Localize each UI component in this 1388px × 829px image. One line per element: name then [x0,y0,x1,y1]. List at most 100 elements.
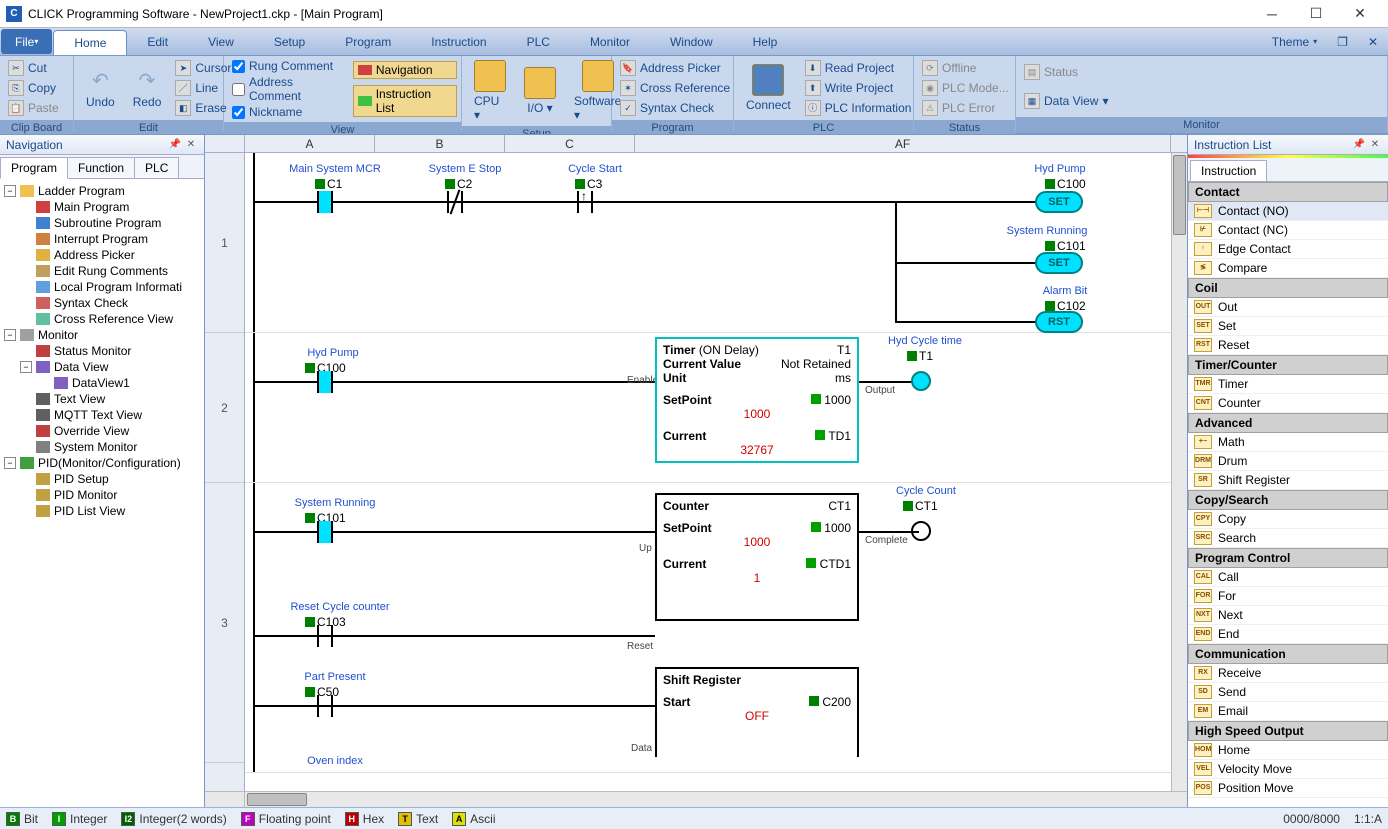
menu-window[interactable]: Window [650,28,733,55]
menu-setup[interactable]: Setup [254,28,325,55]
instr-position-move[interactable]: POSPosition Move [1188,779,1388,798]
menu-instruction[interactable]: Instruction [411,28,506,55]
cut-button[interactable]: ✂Cut [4,58,63,78]
instr-shift-register[interactable]: SRShift Register [1188,471,1388,490]
instr-out[interactable]: OUTOut [1188,298,1388,317]
nav-tab-program[interactable]: Program [0,157,68,179]
tree-edit-rung[interactable]: Edit Rung Comments [2,263,202,279]
plc-error-button[interactable]: ⚠PLC Error [918,98,1013,118]
instr-timer[interactable]: TMRTimer [1188,375,1388,394]
instr-tab[interactable]: Instruction [1190,160,1267,181]
horizontal-scrollbar[interactable] [205,791,1187,807]
tree-main-program[interactable]: Main Program [2,199,202,215]
ladder-canvas[interactable]: Main System MCR C1 System E Stop C2 Cycl… [245,153,1171,791]
plc-info-button[interactable]: ⓘPLC Information [801,98,916,118]
instr-call[interactable]: CALCall [1188,568,1388,587]
tree-pid-monitor[interactable]: PID Monitor [2,487,202,503]
tree-monitor[interactable]: −Monitor [2,327,202,343]
cpu-button[interactable]: CPU ▾ [466,58,514,124]
instr-contact-no[interactable]: ⊢⊣Contact (NO) [1188,202,1388,221]
instr-edge-contact[interactable]: ↑Edge Contact [1188,240,1388,259]
write-project-button[interactable]: ⬆Write Project [801,78,916,98]
tree-pid[interactable]: −PID(Monitor/Configuration) [2,455,202,471]
menu-file[interactable]: File ▾ [1,29,52,54]
minimize-button[interactable]: ─ [1250,0,1294,28]
redo-button[interactable]: ↷Redo [125,58,170,118]
tree-data-view[interactable]: −Data View [2,359,202,375]
instr-contact-nc[interactable]: ⊬Contact (NC) [1188,221,1388,240]
tree-status-monitor[interactable]: Status Monitor [2,343,202,359]
menu-home[interactable]: Home [53,30,127,55]
data-view-button[interactable]: ▦Data View ▾ [1020,91,1113,111]
offline-button[interactable]: ⟳Offline [918,58,1013,78]
nav-close-icon[interactable]: ✕ [184,138,198,152]
menu-help[interactable]: Help [733,28,798,55]
mdi-close-icon[interactable]: ✕ [1358,28,1388,55]
tree-pid-setup[interactable]: PID Setup [2,471,202,487]
rst-coil[interactable]: RST [1035,311,1083,333]
rung-1[interactable]: Main System MCR C1 System E Stop C2 Cycl… [245,153,1171,333]
copy-button[interactable]: ⎘Copy [4,78,63,98]
instr-reset[interactable]: RSTReset [1188,336,1388,355]
instr-set[interactable]: SETSet [1188,317,1388,336]
tree-pid-list[interactable]: PID List View [2,503,202,519]
menu-monitor[interactable]: Monitor [570,28,650,55]
instr-pin-icon[interactable]: 📌 [1352,138,1366,152]
tree-text-view[interactable]: Text View [2,391,202,407]
menu-plc[interactable]: PLC [507,28,570,55]
navigation-toggle[interactable]: Navigation [353,61,457,79]
nav-tab-function[interactable]: Function [67,157,135,178]
tree-local-info[interactable]: Local Program Informati [2,279,202,295]
instr-for[interactable]: FORFor [1188,587,1388,606]
mdi-restore-icon[interactable]: ❐ [1327,28,1358,55]
set-coil[interactable]: SET [1035,252,1083,274]
close-button[interactable]: ✕ [1338,0,1382,28]
rung-comment-check[interactable]: Rung Comment [228,58,351,74]
instr-search[interactable]: SRCSearch [1188,529,1388,548]
rung-2[interactable]: Hyd Pump C100 Enable Timer (ON Delay)T1 … [245,333,1171,483]
instr-receive[interactable]: RXReceive [1188,664,1388,683]
instr-math[interactable]: +−Math [1188,433,1388,452]
undo-button[interactable]: ↶Undo [78,58,123,118]
status-monitor-button[interactable]: ▤Status [1020,62,1113,82]
tree-ladder[interactable]: −Ladder Program [2,183,202,199]
instr-velocity-move[interactable]: VELVelocity Move [1188,760,1388,779]
menu-program[interactable]: Program [325,28,411,55]
tree-crossref[interactable]: Cross Reference View [2,311,202,327]
menu-view[interactable]: View [188,28,254,55]
nav-pin-icon[interactable]: 📌 [168,138,182,152]
instr-next[interactable]: NXTNext [1188,606,1388,625]
menu-theme[interactable]: Theme ▾ [1262,28,1327,55]
nickname-check[interactable]: Nickname [228,104,351,120]
menu-edit[interactable]: Edit [127,28,188,55]
instr-end[interactable]: ENDEnd [1188,625,1388,644]
tree-subroutine[interactable]: Subroutine Program [2,215,202,231]
instr-drum[interactable]: DRMDrum [1188,452,1388,471]
tree-addr-picker[interactable]: Address Picker [2,247,202,263]
maximize-button[interactable]: ☐ [1294,0,1338,28]
tree-interrupt[interactable]: Interrupt Program [2,231,202,247]
instr-close-icon[interactable]: ✕ [1368,138,1382,152]
cross-reference-button[interactable]: ✶Cross Reference [616,78,734,98]
read-project-button[interactable]: ⬇Read Project [801,58,916,78]
instr-counter[interactable]: CNTCounter [1188,394,1388,413]
timer-block[interactable]: Timer (ON Delay)T1 Current ValueNot Reta… [655,337,859,463]
tree-override[interactable]: Override View [2,423,202,439]
tree-mqtt[interactable]: MQTT Text View [2,407,202,423]
tree-system-monitor[interactable]: System Monitor [2,439,202,455]
counter-block[interactable]: CounterCT1 SetPoint 1000 1000 Current CT… [655,493,859,621]
counter-complete-coil[interactable] [911,521,931,541]
instr-compare[interactable]: ≶Compare [1188,259,1388,278]
vertical-scrollbar[interactable] [1171,153,1187,791]
shift-register-block[interactable]: Shift Register Start C200 OFF [655,667,859,757]
instr-copy[interactable]: CPYCopy [1188,510,1388,529]
instruction-list-toggle[interactable]: Instruction List [353,85,457,117]
set-coil[interactable]: SET [1035,191,1083,213]
nav-tab-plc[interactable]: PLC [134,157,179,178]
instr-email[interactable]: EMEmail [1188,702,1388,721]
plc-mode-button[interactable]: ◉PLC Mode... [918,78,1013,98]
syntax-check-button[interactable]: ✓Syntax Check [616,98,734,118]
tree-syntax[interactable]: Syntax Check [2,295,202,311]
instr-home[interactable]: HOMHome [1188,741,1388,760]
tree-dataview1[interactable]: DataView1 [2,375,202,391]
